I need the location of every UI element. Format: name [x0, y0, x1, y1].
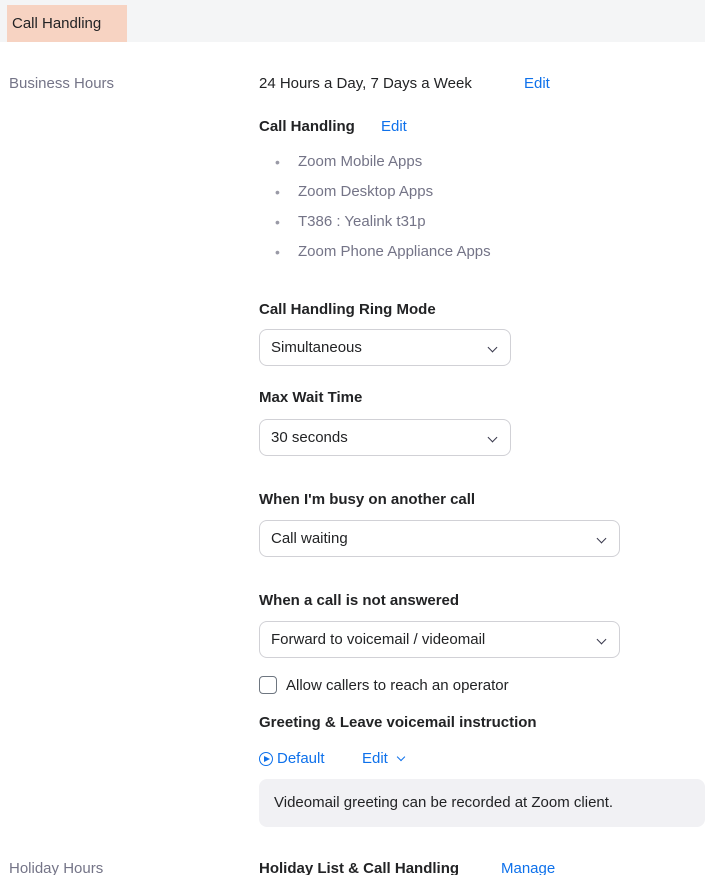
- busy-label: When I'm busy on another call: [259, 491, 476, 508]
- ring-mode-label: Call Handling Ring Mode: [259, 301, 436, 318]
- bullet-icon: •: [275, 244, 280, 260]
- section-header-title: Call Handling: [7, 5, 127, 42]
- bullet-icon: •: [275, 154, 280, 170]
- greeting-edit-link[interactable]: Edit: [362, 750, 388, 767]
- list-item: • T386 : Yealink t31p: [272, 211, 491, 241]
- busy-selected-value: Call waiting: [271, 530, 348, 547]
- ring-mode-select[interactable]: Simultaneous: [259, 329, 511, 366]
- chevron-down-icon: [487, 432, 498, 443]
- busy-select[interactable]: Call waiting: [259, 520, 620, 557]
- greeting-default-link[interactable]: Default: [277, 750, 325, 767]
- call-handling-settings-page: Call Handling Business Hours 24 Hours a …: [0, 0, 705, 875]
- section-header: Call Handling: [0, 0, 705, 42]
- not-answered-label: When a call is not answered: [259, 592, 460, 609]
- greeting-info-box: Videomail greeting can be recorded at Zo…: [259, 779, 705, 827]
- chevron-down-icon[interactable]: [396, 752, 406, 762]
- greeting-label: Greeting & Leave voicemail instruction: [259, 714, 537, 731]
- call-handling-edit-link[interactable]: Edit: [381, 118, 407, 135]
- list-item: • Zoom Desktop Apps: [272, 181, 491, 211]
- bullet-icon: •: [275, 184, 280, 200]
- operator-checkbox-label[interactable]: Allow callers to reach an operator: [286, 677, 509, 694]
- ring-mode-selected-value: Simultaneous: [271, 339, 362, 356]
- call-handling-title: Call Handling: [259, 118, 355, 135]
- chevron-down-icon: [596, 533, 607, 544]
- chevron-down-icon: [596, 634, 607, 645]
- business-hours-value: 24 Hours a Day, 7 Days a Week: [259, 75, 472, 92]
- play-circle-icon[interactable]: [259, 752, 273, 766]
- holiday-list-label: Holiday List & Call Handling: [259, 860, 460, 875]
- business-hours-edit-link[interactable]: Edit: [524, 75, 550, 92]
- chevron-down-icon: [487, 342, 498, 353]
- bullet-icon: •: [275, 214, 280, 230]
- not-answered-select[interactable]: Forward to voicemail / videomail: [259, 621, 620, 658]
- operator-checkbox[interactable]: [259, 676, 277, 694]
- business-hours-label: Business Hours: [9, 75, 115, 92]
- device-list: • Zoom Mobile Apps • Zoom Desktop Apps • T3…: [272, 151, 491, 271]
- holiday-hours-label: Holiday Hours: [9, 860, 104, 875]
- list-item: • Zoom Mobile Apps: [272, 151, 491, 181]
- not-answered-selected-value: Forward to voicemail / videomail: [271, 631, 486, 648]
- list-item: • Zoom Phone Appliance Apps: [272, 241, 491, 271]
- holiday-manage-link[interactable]: Manage: [501, 860, 555, 875]
- max-wait-select[interactable]: 30 seconds: [259, 419, 511, 456]
- max-wait-label: Max Wait Time: [259, 389, 363, 406]
- max-wait-selected-value: 30 seconds: [271, 429, 348, 446]
